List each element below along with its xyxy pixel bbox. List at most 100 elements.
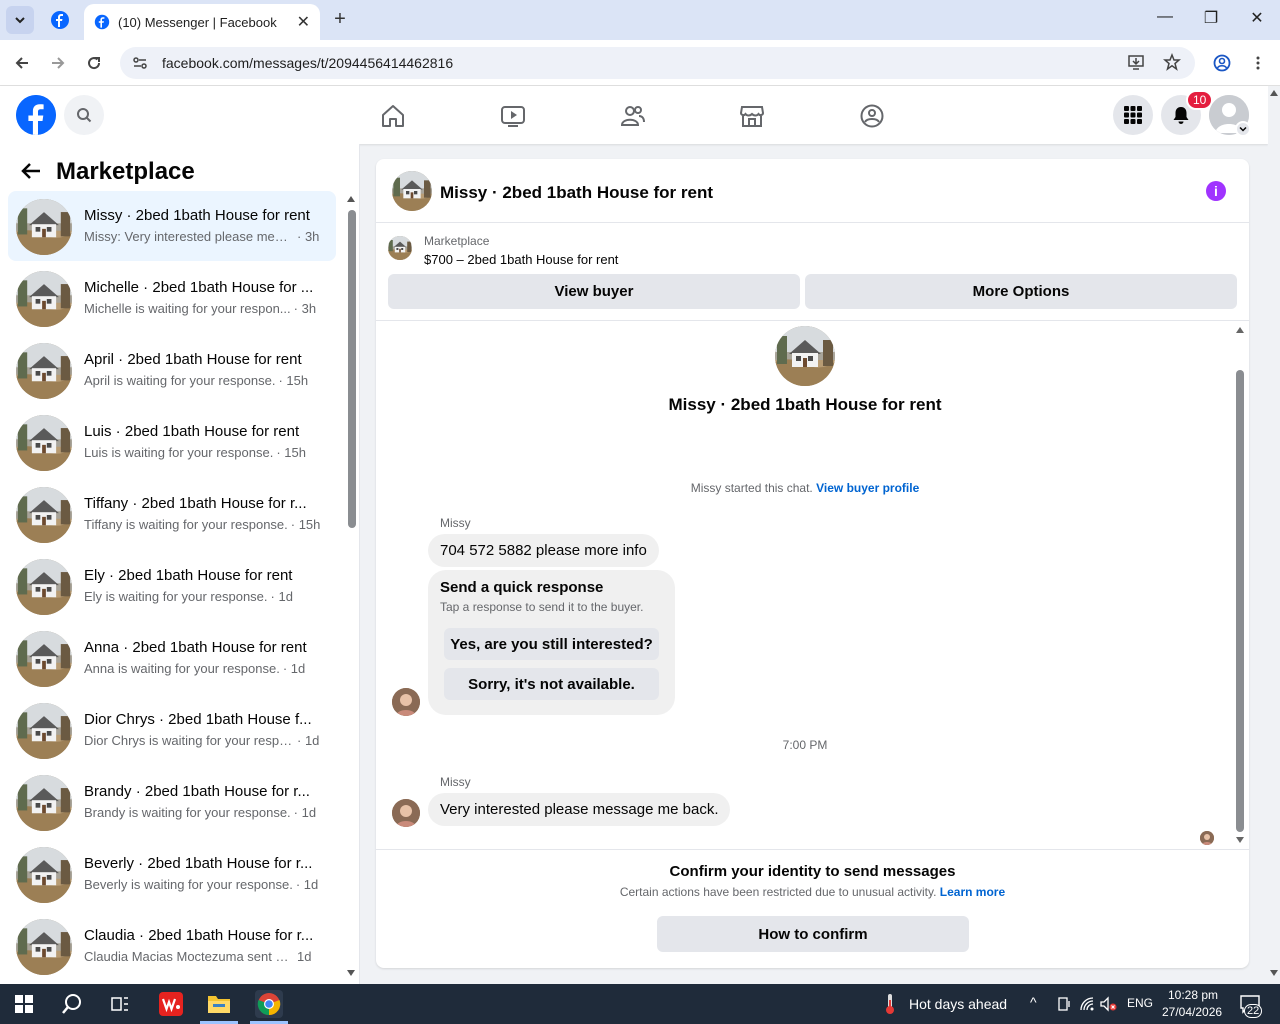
listing-thumbnail: [16, 631, 72, 687]
facebook-header: 10: [0, 86, 1268, 144]
listing-thumbnail: [16, 199, 72, 255]
close-tab-icon[interactable]: ✕: [297, 12, 310, 32]
view-buyer-profile-link[interactable]: View buyer profile: [816, 481, 919, 495]
device-icon: [1058, 997, 1070, 1011]
more-options-button[interactable]: More Options: [805, 274, 1237, 309]
buyer-avatar[interactable]: [392, 688, 420, 716]
buyer-avatar[interactable]: [392, 799, 420, 827]
scroll-down-arrow-icon: [1236, 837, 1244, 843]
minimize-button[interactable]: —: [1150, 8, 1180, 26]
conversation-preview: Brandy is waiting for your response.: [84, 805, 291, 820]
nav-gaming[interactable]: [858, 102, 886, 130]
message-bubble[interactable]: Very interested please message me back.: [428, 793, 731, 826]
house-photo-icon: [392, 171, 432, 211]
forward-button[interactable]: [47, 52, 69, 74]
nav-marketplace[interactable]: [738, 102, 766, 130]
scroll-up-arrow-icon: [1270, 90, 1278, 96]
conversation-item[interactable]: Missy · 2bed 1bath House for rent Missy: …: [8, 191, 336, 261]
video-icon: [501, 106, 525, 127]
account-menu-chevron[interactable]: [1235, 121, 1251, 137]
address-bar[interactable]: facebook.com/messages/t/2094456414462816: [120, 47, 1195, 79]
tab-search-button[interactable]: [6, 6, 34, 34]
sidebar-scroll-thumb[interactable]: [348, 210, 356, 528]
sender-name: Missy: [440, 775, 471, 789]
windows-taskbar: Hot days ahead ^ ENG 10:28 pm 27/04/2026…: [0, 984, 1280, 1024]
bookmark-star-icon[interactable]: [1163, 53, 1181, 71]
restriction-text: Certain actions have been restricted due…: [619, 885, 937, 899]
conversation-item[interactable]: Tiffany · 2bed 1bath House for r... Tiffa…: [8, 479, 336, 549]
more-vertical-icon: [1256, 56, 1260, 70]
quick-response-still-interested[interactable]: Yes, are you still interested?: [444, 628, 659, 660]
tray-volume-muted-icon[interactable]: [1094, 990, 1122, 1018]
taskbar-search[interactable]: [58, 990, 86, 1018]
nav-home[interactable]: [379, 102, 407, 130]
home-icon: [382, 105, 404, 127]
conversation-item[interactable]: April · 2bed 1bath House for rent April i…: [8, 335, 336, 405]
how-to-confirm-button[interactable]: How to confirm: [657, 916, 969, 952]
conversation-preview-row: Missy: Very interested please mess... · 3…: [84, 229, 324, 244]
message-bubble[interactable]: 704 572 5882 please more info: [428, 534, 659, 567]
facebook-logo[interactable]: [16, 95, 56, 135]
learn-more-link[interactable]: Learn more: [940, 885, 1005, 899]
restore-button[interactable]: ❐: [1196, 8, 1226, 28]
conversation-time: · 1d: [270, 589, 293, 604]
listing-thumbnail[interactable]: [392, 171, 432, 211]
sidebar-title: Marketplace: [56, 158, 195, 185]
clock-date[interactable]: 27/04/2026: [1162, 1005, 1222, 1019]
back-button[interactable]: [11, 52, 33, 74]
facebook-search-button[interactable]: [64, 95, 104, 135]
language-indicator[interactable]: ENG: [1127, 996, 1153, 1010]
conversation-item[interactable]: Brandy · 2bed 1bath House for r... Brandy…: [8, 767, 336, 837]
chat-scroll-thumb[interactable]: [1236, 370, 1244, 832]
browser-toolbar: facebook.com/messages/t/2094456414462816: [0, 40, 1280, 86]
taskbar-file-explorer[interactable]: [205, 990, 233, 1018]
reload-button[interactable]: [83, 52, 105, 74]
weather-widget-icon[interactable]: [876, 990, 904, 1018]
listing-small-thumbnail: [388, 236, 412, 260]
conversation-preview-row: Luis is waiting for your response. · 15h: [84, 445, 324, 460]
page-scrollbar[interactable]: [1268, 86, 1280, 984]
started-text: Missy started this chat.: [690, 481, 813, 495]
conversation-name: Ely · 2bed 1bath House for rent: [84, 567, 293, 584]
quick-response-not-available[interactable]: Sorry, it's not available.: [444, 668, 659, 700]
show-hidden-icons[interactable]: ^: [1030, 994, 1037, 1010]
conversation-item[interactable]: Claudia · 2bed 1bath House for r... Claud…: [8, 911, 336, 981]
nav-friends[interactable]: [619, 102, 647, 130]
start-button[interactable]: [10, 990, 38, 1018]
facebook-icon: [51, 11, 69, 29]
conversation-name: Dior Chrys · 2bed 1bath House f...: [84, 711, 312, 728]
conversation-time: · 1d: [293, 805, 317, 820]
browser-menu-button[interactable]: [1247, 52, 1269, 74]
pinned-tab-facebook[interactable]: [50, 10, 70, 35]
browser-tab-messenger[interactable]: (10) Messenger | Facebook ✕: [84, 4, 320, 40]
listing-price-title[interactable]: $700 – 2bed 1bath House for rent: [424, 252, 618, 267]
task-view-icon: [111, 997, 128, 1011]
conversation-name: Missy · 2bed 1bath House for rent: [84, 207, 310, 224]
new-tab-button[interactable]: +: [328, 8, 352, 31]
close-window-button[interactable]: ✕: [1242, 8, 1272, 28]
chat-started-notice: Missy started this chat. View buyer prof…: [376, 481, 1234, 495]
task-view-button[interactable]: [106, 990, 134, 1018]
taskbar-chrome[interactable]: [255, 990, 283, 1018]
conversation-item[interactable]: Dior Chrys · 2bed 1bath House f... Dior C…: [8, 695, 336, 765]
profile-button[interactable]: [1211, 52, 1233, 74]
menu-grid-button[interactable]: [1113, 95, 1153, 135]
thermometer-icon: [886, 994, 894, 1014]
clock-time[interactable]: 10:28 pm: [1168, 988, 1218, 1002]
install-app-icon[interactable]: [1127, 53, 1145, 71]
conversation-item[interactable]: Ely · 2bed 1bath House for rent Ely is wa…: [8, 551, 336, 621]
taskbar-wps-office[interactable]: [157, 990, 185, 1018]
info-icon[interactable]: i: [1206, 181, 1226, 201]
weather-text[interactable]: Hot days ahead: [909, 996, 1007, 1012]
quick-response-subtitle: Tap a response to send it to the buyer.: [440, 600, 644, 614]
chat-title[interactable]: Missy · 2bed 1bath House for rent: [440, 183, 713, 203]
conversation-item[interactable]: Beverly · 2bed 1bath House for r... Bever…: [8, 839, 336, 909]
view-buyer-button[interactable]: View buyer: [388, 274, 800, 309]
back-button[interactable]: [20, 160, 42, 187]
nav-video[interactable]: [499, 102, 527, 130]
conversation-item[interactable]: Luis · 2bed 1bath House for rent Luis is …: [8, 407, 336, 477]
listing-thumbnail: [16, 919, 72, 975]
conversation-item[interactable]: Michelle · 2bed 1bath House for ... Miche…: [8, 263, 336, 333]
site-settings-icon[interactable]: [132, 55, 148, 71]
conversation-item[interactable]: Anna · 2bed 1bath House for rent Anna is …: [8, 623, 336, 693]
